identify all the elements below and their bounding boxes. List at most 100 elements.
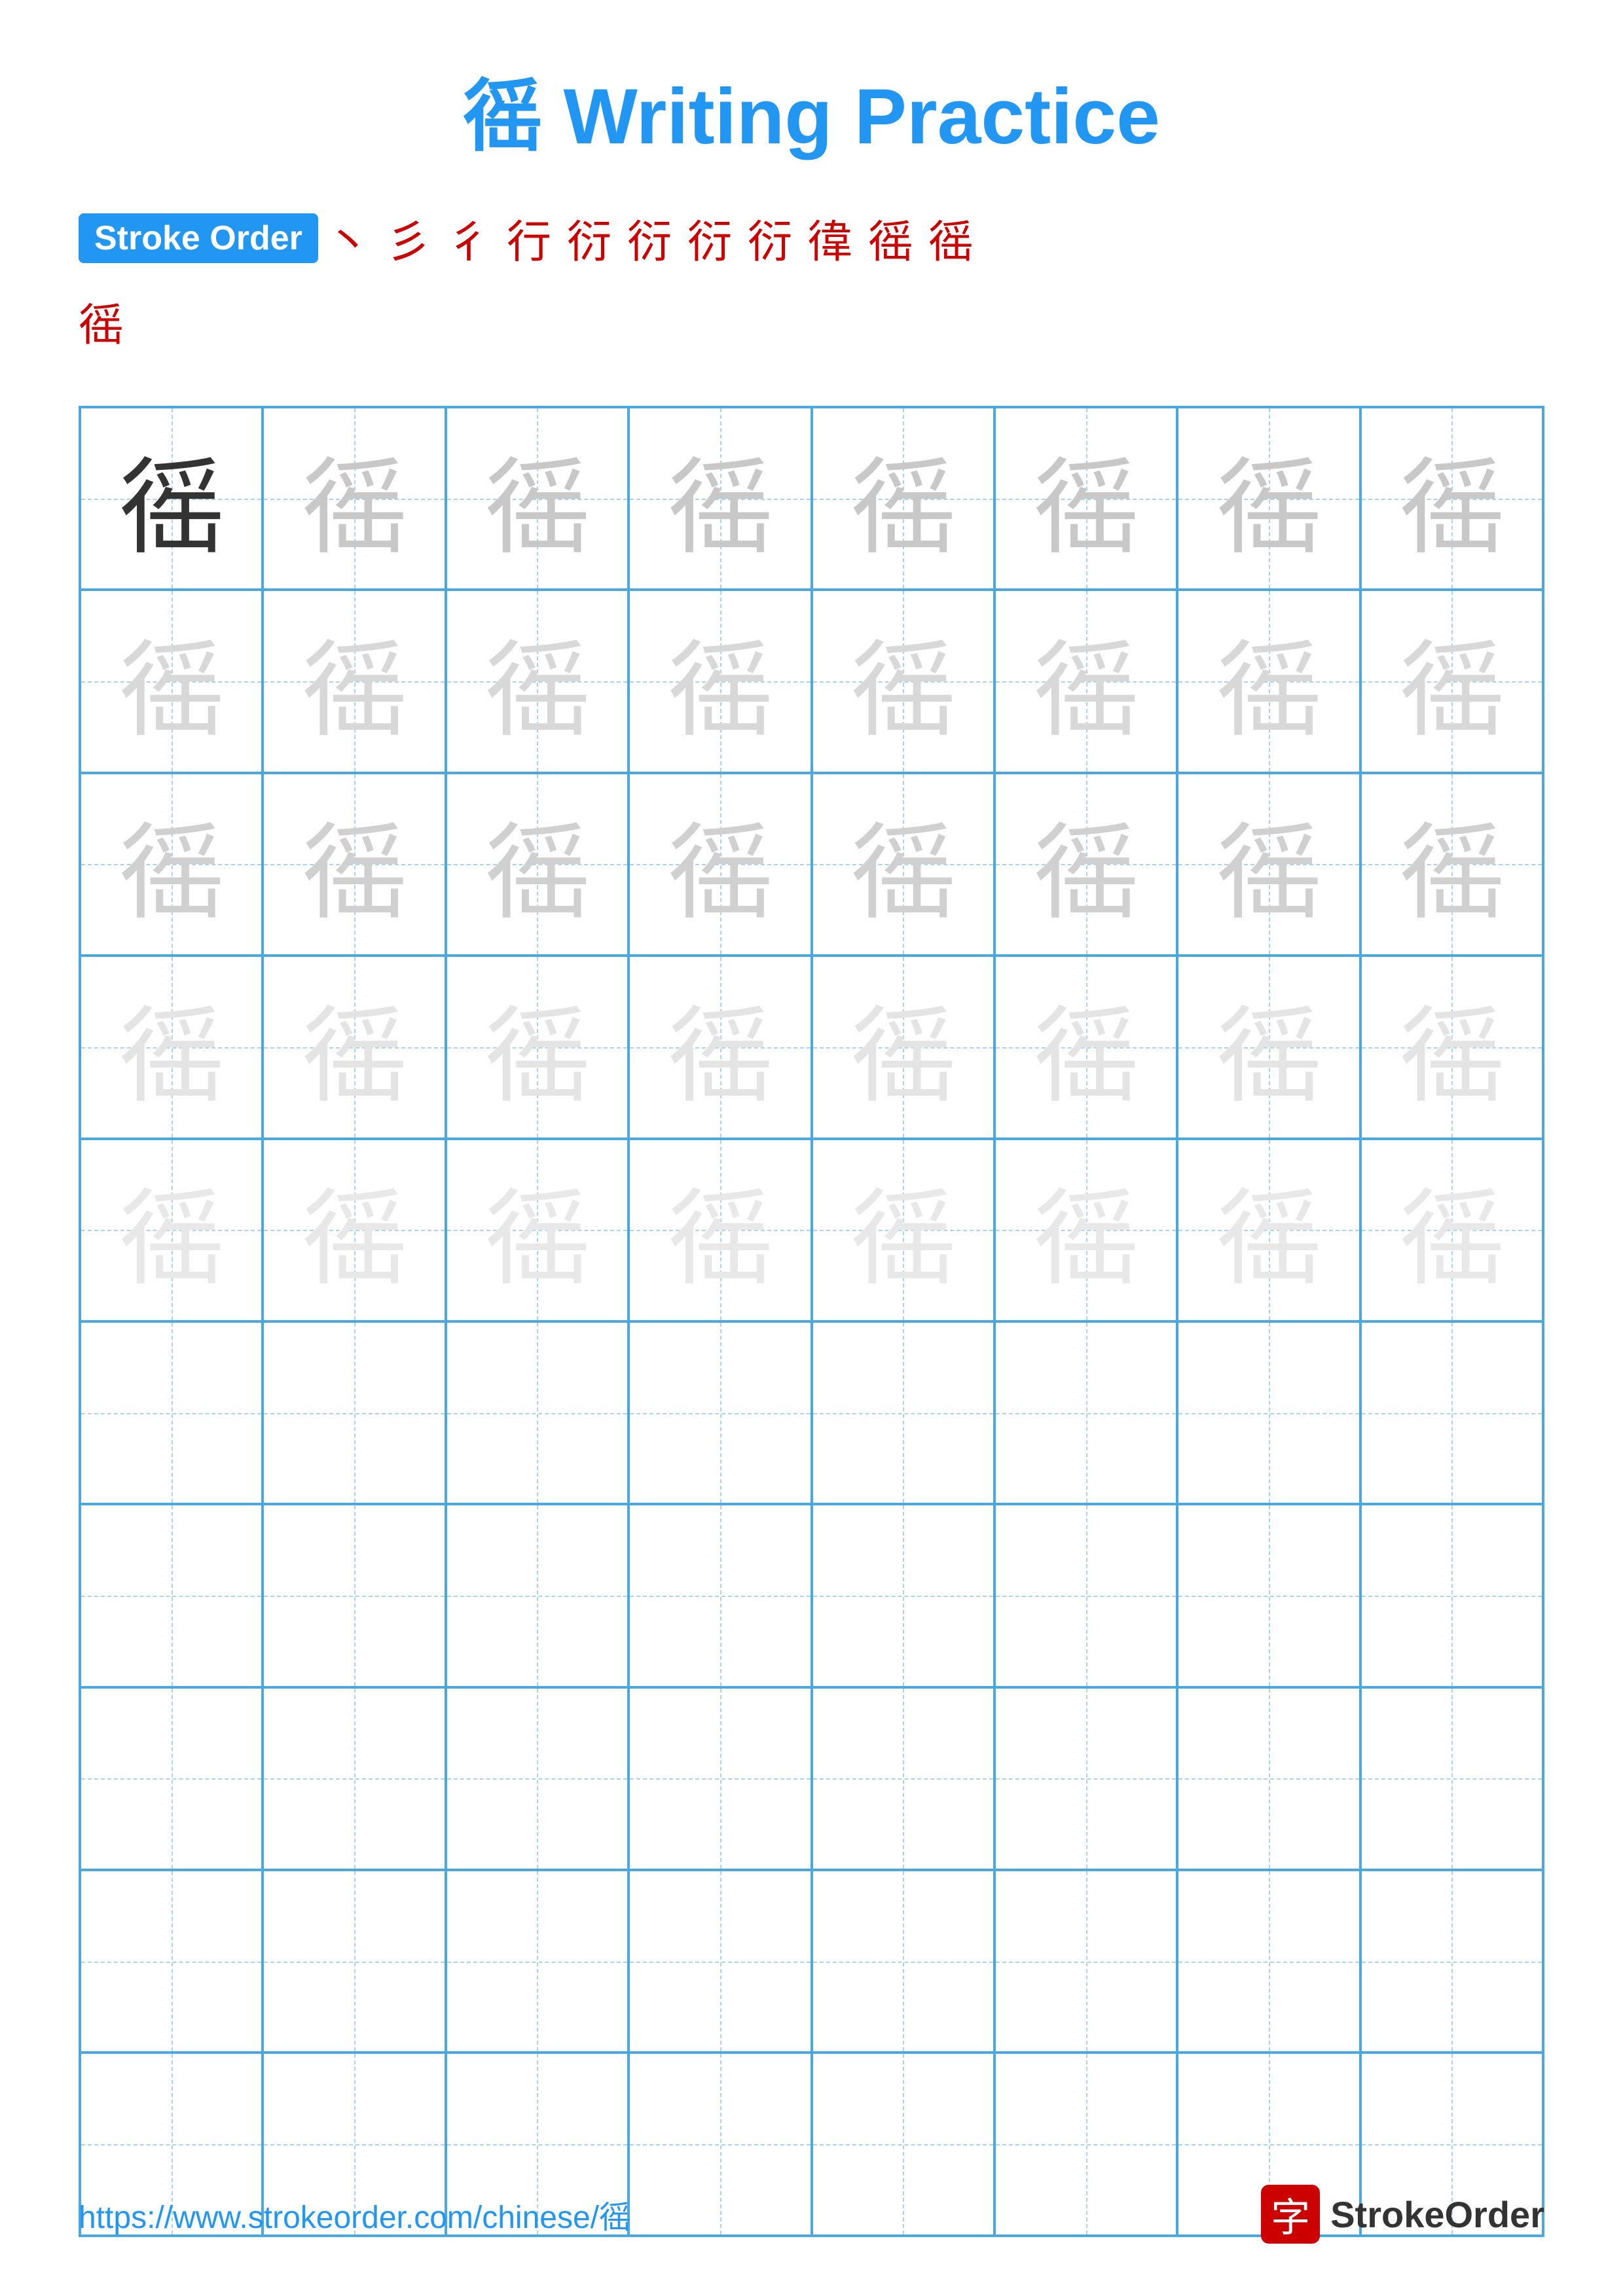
- grid-cell[interactable]: [80, 1504, 263, 1687]
- practice-char-guide: 徭: [1216, 605, 1321, 757]
- grid-cell[interactable]: 徭: [629, 956, 811, 1138]
- grid-cell[interactable]: 徭: [1360, 773, 1543, 956]
- grid-cell[interactable]: 徭: [1360, 956, 1543, 1138]
- practice-char-guide: 徭: [1216, 1154, 1321, 1306]
- stroke-9: 徫: [808, 206, 852, 270]
- grid-cell[interactable]: 徭: [994, 1139, 1177, 1321]
- grid-cell[interactable]: 徭: [629, 1139, 811, 1321]
- grid-cell[interactable]: 徭: [446, 590, 629, 772]
- practice-char-guide: 徭: [484, 605, 589, 757]
- practice-char-guide: 徭: [302, 605, 407, 757]
- practice-char-guide: 徭: [1034, 605, 1139, 757]
- grid-cell[interactable]: 徭: [1177, 590, 1360, 772]
- practice-char-guide: 徭: [668, 423, 773, 575]
- grid-cell[interactable]: 徭: [629, 773, 811, 956]
- grid-cell[interactable]: 徭: [812, 590, 994, 772]
- grid-cell[interactable]: 徭: [263, 1139, 445, 1321]
- grid-cell[interactable]: 徭: [446, 407, 629, 590]
- grid-cell[interactable]: 徭: [1360, 407, 1543, 590]
- grid-cell[interactable]: 徭: [812, 956, 994, 1138]
- grid-cell[interactable]: 徭: [629, 407, 811, 590]
- grid-row-7: [80, 1504, 1543, 1687]
- grid-cell[interactable]: [812, 1504, 994, 1687]
- grid-cell[interactable]: [1177, 1504, 1360, 1687]
- grid-cell[interactable]: 徭: [263, 956, 445, 1138]
- grid-cell[interactable]: [994, 1870, 1177, 2053]
- grid-cell[interactable]: [994, 1321, 1177, 1504]
- grid-cell[interactable]: 徭: [446, 956, 629, 1138]
- grid-cell[interactable]: 徭: [994, 956, 1177, 1138]
- grid-cell[interactable]: 徭: [629, 590, 811, 772]
- grid-cell[interactable]: 徭: [263, 407, 445, 590]
- practice-char-guide: 徭: [1216, 423, 1321, 575]
- grid-cell[interactable]: 徭: [446, 1139, 629, 1321]
- grid-cell[interactable]: [812, 1870, 994, 2053]
- grid-cell[interactable]: [446, 1321, 629, 1504]
- grid-cell[interactable]: [812, 1321, 994, 1504]
- grid-cell[interactable]: 徭: [994, 590, 1177, 772]
- grid-cell[interactable]: [446, 1504, 629, 1687]
- grid-cell[interactable]: 徭: [80, 1139, 263, 1321]
- grid-cell[interactable]: 徭: [80, 956, 263, 1138]
- grid-cell[interactable]: 徭: [446, 773, 629, 956]
- practice-char-guide: 徭: [668, 1154, 773, 1306]
- grid-cell[interactable]: [1360, 1870, 1543, 2053]
- footer-url[interactable]: https://www.strokeorder.com/chinese/徭: [79, 2191, 630, 2237]
- stroke-order-section: Stroke Order 丶 彡 彳 行 衍 衍 衍 衍 徫 徭 徭 徭: [79, 206, 1544, 380]
- grid-cell[interactable]: [446, 1687, 629, 1870]
- grid-cell[interactable]: 徭: [1177, 956, 1360, 1138]
- grid-cell[interactable]: [1177, 1687, 1360, 1870]
- grid-cell[interactable]: 徭: [812, 1139, 994, 1321]
- practice-char-guide: 徭: [119, 1154, 224, 1306]
- grid-cell[interactable]: [629, 1687, 811, 1870]
- grid-cell[interactable]: 徭: [1177, 407, 1360, 590]
- grid-cell[interactable]: [1360, 1687, 1543, 1870]
- grid-cell[interactable]: 徭: [994, 407, 1177, 590]
- grid-cell[interactable]: [1360, 1321, 1543, 1504]
- grid-cell[interactable]: [1177, 1321, 1360, 1504]
- grid-cell[interactable]: [446, 1870, 629, 2053]
- footer: https://www.strokeorder.com/chinese/徭 字 …: [79, 2185, 1544, 2244]
- footer-logo: 字 StrokeOrder: [1261, 2185, 1544, 2244]
- grid-cell[interactable]: [994, 1504, 1177, 1687]
- grid-cell[interactable]: 徭: [1360, 590, 1543, 772]
- grid-cell[interactable]: 徭: [263, 773, 445, 956]
- grid-cell[interactable]: [80, 1321, 263, 1504]
- stroke-10: 徭: [868, 206, 913, 270]
- grid-cell[interactable]: 徭: [994, 773, 1177, 956]
- grid-cell[interactable]: [263, 1321, 445, 1504]
- grid-cell[interactable]: [263, 1870, 445, 2053]
- grid-cell[interactable]: [629, 1870, 811, 2053]
- grid-cell[interactable]: [629, 1504, 811, 1687]
- grid-cell[interactable]: [812, 1687, 994, 1870]
- grid-cell[interactable]: 徭: [812, 407, 994, 590]
- grid-cell[interactable]: 徭: [80, 773, 263, 956]
- grid-cell[interactable]: [1177, 1870, 1360, 2053]
- grid-cell[interactable]: [263, 1687, 445, 1870]
- grid-cell[interactable]: 徭: [80, 590, 263, 772]
- grid-cell[interactable]: [80, 1687, 263, 1870]
- grid-cell[interactable]: 徭: [1177, 773, 1360, 956]
- practice-char-dark: 徭: [119, 423, 224, 575]
- stroke-5: 衍: [567, 206, 611, 270]
- grid-cell[interactable]: [263, 1504, 445, 1687]
- grid-cell[interactable]: 徭: [80, 407, 263, 590]
- grid-cell[interactable]: [80, 1870, 263, 2053]
- practice-char-guide: 徭: [1216, 971, 1321, 1123]
- title-character: 徭 Writing Practice: [463, 73, 1160, 160]
- grid-cell[interactable]: 徭: [812, 773, 994, 956]
- practice-char-guide: 徭: [1399, 1154, 1504, 1306]
- practice-char-guide: 徭: [302, 1154, 407, 1306]
- practice-char-guide: 徭: [1034, 971, 1139, 1123]
- grid-cell[interactable]: 徭: [1177, 1139, 1360, 1321]
- grid-cell[interactable]: [994, 1687, 1177, 1870]
- practice-char-guide: 徭: [1034, 1154, 1139, 1306]
- stroke-8: 衍: [748, 206, 792, 270]
- grid-cell[interactable]: 徭: [263, 590, 445, 772]
- grid-cell[interactable]: [629, 1321, 811, 1504]
- stroke-3: 彳: [447, 206, 491, 270]
- stroke-7: 衍: [687, 206, 732, 270]
- grid-cell[interactable]: 徭: [1360, 1139, 1543, 1321]
- stroke-order-line: Stroke Order 丶 彡 彳 行 衍 衍 衍 衍 徫 徭 徭: [79, 206, 1544, 270]
- grid-cell[interactable]: [1360, 1504, 1543, 1687]
